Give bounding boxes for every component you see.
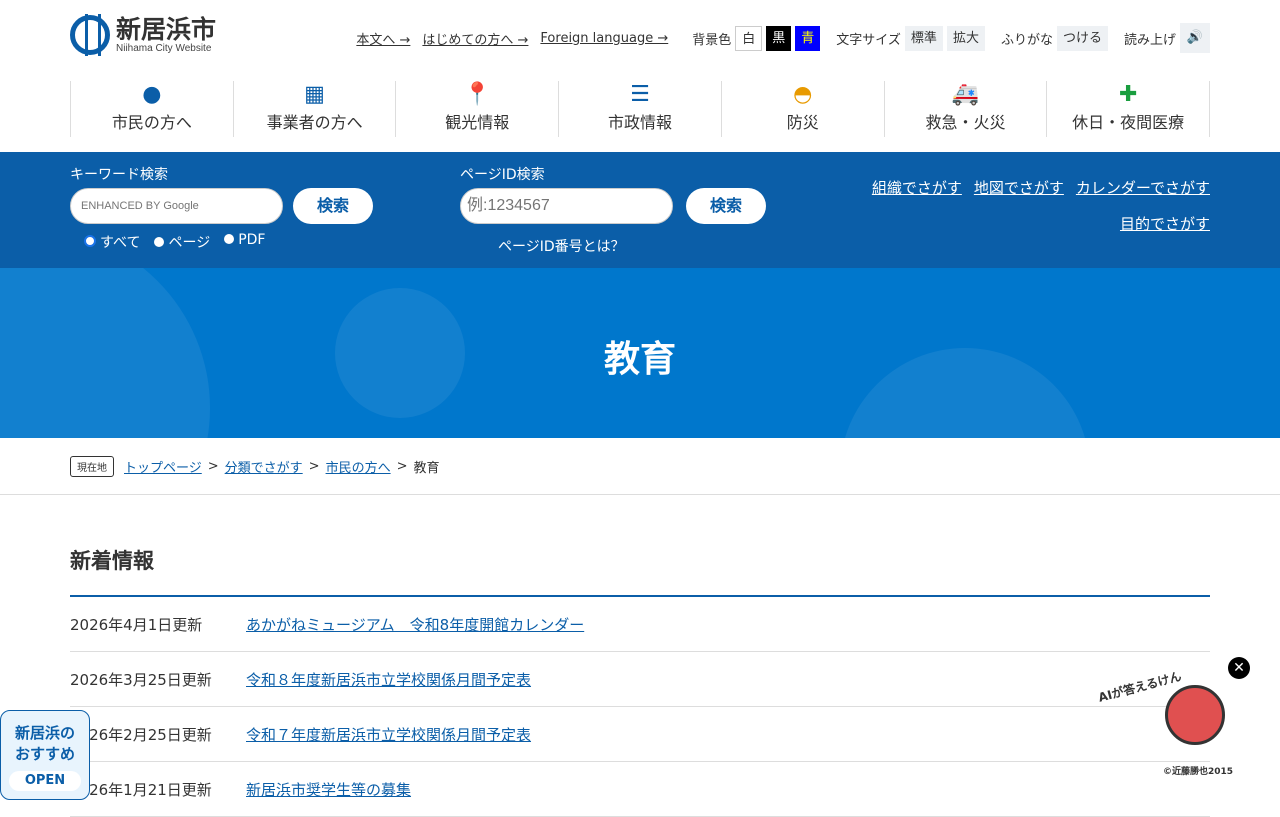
foreign-language-link[interactable]: Foreign language → [540,31,668,46]
search-by-calendar-link[interactable]: カレンダーでさがす [1076,179,1210,197]
news-heading: 新着情報 [70,545,1210,597]
recommend-label: 新居浜の [14,724,75,742]
furigana-label: ふりがな [1000,32,1053,48]
radio-page[interactable]: ページ [154,232,210,252]
news-date: 2026年1月21日更新 [70,780,212,799]
city-emblem-icon [70,14,110,56]
nav-label: 救急・火災 [925,113,1006,132]
read-aloud-label: 読み上げ [1123,32,1176,48]
recommend-open-button[interactable]: OPEN [9,771,81,791]
news-item: 2026年2月25日更新 令和７年度新居浜市立学校関係月間予定表 [70,707,1210,762]
nav-label: 防災 [786,113,819,132]
radio-pdf[interactable]: PDF [224,232,265,252]
utility-bar: 本文へ → はじめての方へ → Foreign language → 背景色 白… [356,23,1210,53]
search-links: 組織でさがす 地図でさがす カレンダーでさがす 目的でさがす [860,170,1210,242]
helmet-icon: ◓ [793,82,813,107]
radio-all[interactable]: すべて [84,232,140,252]
main-nav: ● 市民の方へ ▦ 事業者の方へ 📍 観光情報 ☰ 市政情報 ◓ 防災 🚑 救急・火災 ✚ 休… [70,81,1211,137]
furigana-button[interactable]: つける [1056,25,1108,51]
size-large-button[interactable]: 拡大 [946,25,985,51]
nav-label: 事業者の方へ [266,113,363,132]
search-by-map-link[interactable]: 地図でさがす [974,179,1064,197]
pageid-search-label: ページID検索 [460,167,545,183]
close-icon[interactable]: ✕ [1228,657,1250,679]
nav-citizens[interactable]: ● 市民の方へ [70,81,233,137]
breadcrumb: 現在地 トップページ > 分類でさがす > 市民の方へ > 教育 [0,438,1280,495]
recommend-widget[interactable]: 新居浜の おすすめ OPEN [0,710,90,800]
header: 新居浜市 Niihama City Website 本文へ → はじめての方へ →… [0,0,1280,152]
page-title: 教育 [603,339,676,380]
nav-disaster[interactable]: ◓ 防災 [720,81,884,137]
breadcrumb-top[interactable]: トップページ [124,457,202,476]
nav-label: 休日・夜間医療 [1072,113,1185,132]
skip-to-content-link[interactable]: 本文へ → [356,29,410,48]
font-size-label: 文字サイズ [836,32,901,48]
logo-sub: Niihama City Website [116,42,212,54]
bg-blue-button[interactable]: 青 [795,25,821,51]
keyword-search-button[interactable]: 検索 [293,188,373,224]
bg-color-label: 背景色 [692,32,732,48]
keyword-search-label: キーワード検索 [70,167,168,183]
pageid-search-button[interactable]: 検索 [686,188,766,224]
news-link[interactable]: 新居浜市奨学生等の募集 [246,779,411,800]
separator: > [207,458,219,474]
breadcrumb-category[interactable]: 分類でさがす [225,457,303,476]
search-by-purpose-link[interactable]: 目的でさがす [1120,215,1210,233]
ai-chat-widget[interactable]: AIが答えるけん ✕ ©近藤勝也2015 [1095,657,1255,780]
mascot-character-icon[interactable] [1165,685,1225,745]
search-scope: すべて ページ PDF [84,232,265,252]
nav-emergency[interactable]: 🚑 救急・火災 [883,81,1047,137]
nav-label: 観光情報 [445,113,510,132]
nav-label: 市民の方へ [111,113,192,132]
news-item: 2026年1月21日更新 新居浜市奨学生等の募集 [70,762,1210,817]
building-icon: ▦ [304,82,325,107]
news-section: 新着情報 2026年4月1日更新 あかがねミュージアム 令和8年度開館カレンダー … [70,545,1210,817]
news-date: 2026年3月25日更新 [70,670,212,689]
nav-business[interactable]: ▦ 事業者の方へ [232,81,396,137]
size-standard-button[interactable]: 標準 [904,25,943,51]
pageid-help-link[interactable]: ページID番号とは？ [498,236,625,256]
nav-city-admin[interactable]: ☰ 市政情報 [558,81,721,137]
nav-medical[interactable]: ✚ 休日・夜間医療 [1046,81,1211,137]
search-by-org-link[interactable]: 組織でさがす [872,179,962,197]
news-link[interactable]: 令和８年度新居浜市立学校関係月間予定表 [246,669,531,690]
medical-kit-icon: ✚ [1118,82,1138,107]
bg-white-button[interactable]: 白 [735,25,763,51]
page-hero: 教育 [0,268,1280,438]
pageid-input[interactable] [460,188,673,224]
map-pin-icon: 📍 [463,82,491,107]
breadcrumb-citizens[interactable]: 市民の方へ [326,457,391,476]
search-bar: キーワード検索 検索 すべて ページ PDF ページID検索 検索 ページID番… [0,152,1280,268]
news-date: 2026年2月25日更新 [70,725,212,744]
news-date: 2026年4月1日更新 [70,615,203,634]
keyword-search-input[interactable] [70,188,283,224]
nav-label: 市政情報 [608,113,673,132]
separator: > [308,458,320,474]
person-icon: ● [142,82,162,107]
breadcrumb-label: 現在地 [70,455,114,477]
speaker-icon[interactable]: 🔊 [1180,23,1210,53]
recommend-label: おすすめ [14,745,75,763]
mascot-copyright: ©近藤勝也2015 [1163,767,1234,777]
bg-black-button[interactable]: 黒 [766,25,792,51]
breadcrumb-current: 教育 [413,460,440,476]
news-link[interactable]: あかがねミュージアム 令和8年度開館カレンダー [246,614,584,635]
news-link[interactable]: 令和７年度新居浜市立学校関係月間予定表 [246,724,531,745]
news-item: 2026年3月25日更新 令和８年度新居浜市立学校関係月間予定表 [70,652,1210,707]
news-item: 2026年4月1日更新 あかがねミュージアム 令和8年度開館カレンダー [70,597,1210,652]
site-logo[interactable]: 新居浜市 Niihama City Website [70,14,217,56]
first-visit-link[interactable]: はじめての方へ → [422,29,528,48]
separator: > [396,458,408,474]
list-icon: ☰ [630,82,650,107]
ambulance-icon: 🚑 [951,82,980,107]
nav-tourism[interactable]: 📍 観光情報 [395,81,558,137]
logo-name: 新居浜市 [116,14,217,44]
